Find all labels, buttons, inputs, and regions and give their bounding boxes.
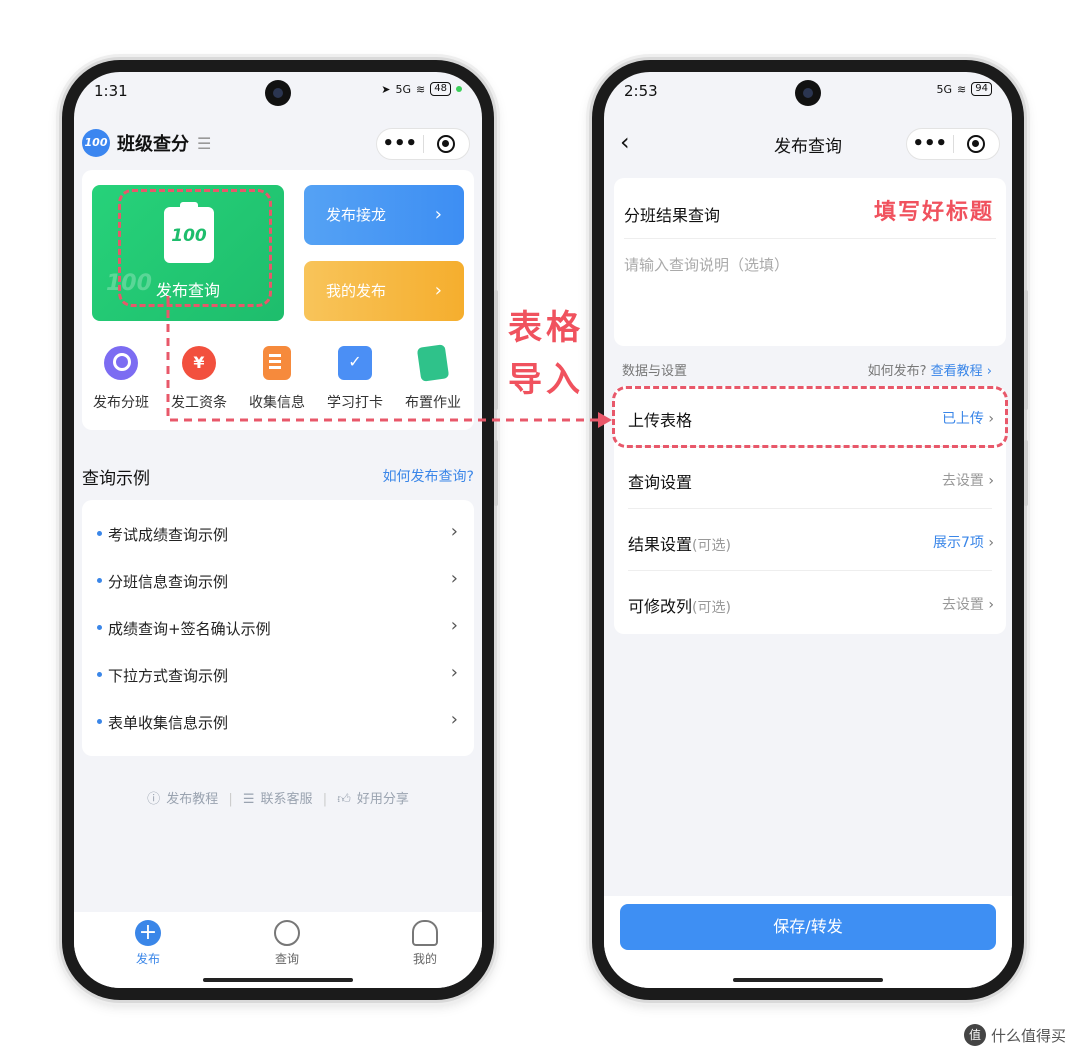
dashed-connector-arrow	[166, 296, 612, 428]
watermark-text: 什么值得买	[990, 1026, 1066, 1045]
site-watermark: 值 什么值得买	[963, 1024, 1066, 1046]
annotation-table: 表格	[508, 308, 584, 348]
annotation-import: 导入	[508, 360, 584, 400]
watermark-logo-icon: 值	[963, 1024, 986, 1046]
